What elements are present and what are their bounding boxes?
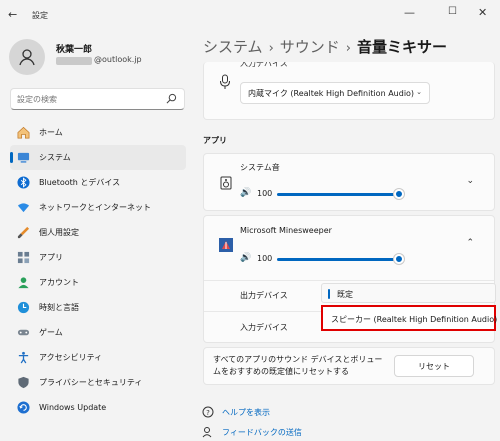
volume-slider-thumb[interactable]	[394, 189, 404, 199]
breadcrumb-separator: ›	[268, 41, 274, 56]
sidebar-item-label: アクセシビリティ	[39, 353, 103, 362]
gaming-icon	[16, 326, 30, 340]
help-icon: ?	[202, 406, 214, 418]
sidebar-nav: ホーム システム Bluetooth とデバイス ネットワークとインターネット …	[10, 120, 186, 420]
search-input[interactable]	[17, 93, 157, 106]
reset-card: すべてのアプリのサウンド デバイスとボリュームをおすすめの既定値にリセットする …	[203, 347, 495, 385]
sidebar-item-label: システム	[39, 153, 71, 162]
sidebar-item-system[interactable]: システム	[10, 145, 186, 170]
help-link[interactable]: ? ヘルプを表示	[202, 406, 270, 418]
sidebar-item-label: アカウント	[39, 278, 79, 287]
apps-section-title: アプリ	[203, 136, 227, 145]
output-device-dropdown-option-speaker[interactable]: スピーカー (Realtek High Definition Audio)	[321, 305, 497, 331]
personalization-icon	[16, 226, 30, 240]
apps-icon	[16, 251, 30, 265]
user-email: @outlook.jp	[94, 55, 142, 64]
maximize-button[interactable]: ☐	[448, 6, 457, 17]
breadcrumb: システム › サウンド › 音量ミキサー	[203, 36, 447, 57]
divider	[204, 280, 494, 281]
chevron-up-icon[interactable]: ⌃	[466, 238, 474, 248]
search-box[interactable]	[10, 88, 185, 110]
input-device-label: 入力デバイス	[240, 62, 288, 67]
time-language-icon	[16, 301, 30, 315]
sidebar-item-label: 時刻と言語	[39, 303, 79, 312]
dropdown-option-label: 既定	[337, 290, 353, 299]
network-icon	[16, 201, 30, 215]
microphone-icon	[220, 74, 230, 89]
title-bar: ← 設定 — ☐ ✕	[0, 0, 500, 30]
volume-slider[interactable]	[277, 193, 399, 196]
sidebar-item-label: Bluetooth とデバイス	[39, 178, 121, 187]
page-title: 音量ミキサー	[356, 38, 447, 56]
sidebar-item-label: Windows Update	[39, 403, 107, 412]
reset-button[interactable]: リセット	[394, 355, 474, 377]
output-device-dropdown-option-default[interactable]: 既定	[321, 283, 496, 303]
sidebar-item-label: 個人用設定	[39, 228, 79, 237]
sidebar-item-apps[interactable]: アプリ	[10, 245, 186, 270]
volume-icon[interactable]: 🔊	[240, 253, 251, 263]
chevron-down-icon[interactable]: ⌄	[466, 176, 474, 186]
sidebar-item-bluetooth[interactable]: Bluetooth とデバイス	[10, 170, 186, 195]
sidebar-item-label: プライバシーとセキュリティ	[39, 378, 143, 387]
search-icon[interactable]	[166, 93, 177, 104]
speaker-device-icon	[220, 176, 232, 190]
home-icon	[16, 126, 30, 140]
output-device-label: 出力デバイス	[240, 291, 288, 300]
accessibility-icon	[16, 351, 30, 365]
close-button[interactable]: ✕	[478, 6, 487, 19]
volume-value: 100	[257, 189, 273, 198]
input-device-card: 入力デバイス 内蔵マイク (Realtek High Definition Au…	[203, 62, 495, 120]
selection-marker	[328, 289, 330, 299]
feedback-link-label[interactable]: フィードバックの送信	[222, 427, 302, 438]
sidebar-item-account[interactable]: アカウント	[10, 270, 186, 295]
sidebar: 秋葉一郎 @outlook.jp ホーム システム Bluetooth とデバイ…	[0, 30, 195, 441]
sidebar-item-privacy[interactable]: プライバシーとセキュリティ	[10, 370, 186, 395]
sidebar-item-label: アプリ	[39, 253, 63, 262]
sidebar-item-network[interactable]: ネットワークとインターネット	[10, 195, 186, 220]
app-card-system-sounds[interactable]: システム音 🔊 100 ⌄	[203, 153, 495, 211]
feedback-link[interactable]: フィードバックの送信	[202, 426, 302, 438]
input-device-value: 内蔵マイク (Realtek High Definition Audio)	[248, 89, 415, 98]
volume-control: 🔊 100	[240, 253, 405, 265]
breadcrumb-sound[interactable]: サウンド	[280, 38, 340, 56]
app-name: システム音	[240, 163, 280, 172]
user-name: 秋葉一郎	[56, 45, 93, 55]
help-link-label[interactable]: ヘルプを表示	[222, 407, 270, 418]
svg-text:?: ?	[206, 409, 210, 417]
bluetooth-icon	[16, 176, 30, 190]
user-email-redacted	[56, 57, 92, 65]
back-button[interactable]: ←	[8, 8, 17, 21]
privacy-shield-icon	[16, 376, 30, 390]
volume-control: 🔊 100	[240, 188, 405, 200]
user-icon	[19, 49, 35, 66]
volume-slider-thumb[interactable]	[394, 254, 404, 264]
input-device-select[interactable]: 内蔵マイク (Realtek High Definition Audio) ⌄	[240, 82, 430, 104]
account-icon	[16, 276, 30, 290]
breadcrumb-system[interactable]: システム	[203, 38, 263, 56]
sidebar-item-label: ネットワークとインターネット	[39, 203, 151, 212]
sidebar-item-personalization[interactable]: 個人用設定	[10, 220, 186, 245]
feedback-icon	[202, 427, 212, 438]
breadcrumb-separator: ›	[345, 41, 351, 56]
sidebar-item-home[interactable]: ホーム	[10, 120, 186, 145]
minimize-button[interactable]: —	[404, 6, 415, 19]
sidebar-item-windows-update[interactable]: Windows Update	[10, 395, 186, 420]
chevron-down-icon: ⌄	[416, 88, 422, 96]
window-title: 設定	[32, 11, 48, 20]
sidebar-item-gaming[interactable]: ゲーム	[10, 320, 186, 345]
volume-icon[interactable]: 🔊	[240, 188, 251, 198]
sidebar-item-accessibility[interactable]: アクセシビリティ	[10, 345, 186, 370]
windows-update-icon	[16, 401, 30, 415]
volume-slider[interactable]	[277, 258, 399, 261]
reset-description: すべてのアプリのサウンド デバイスとボリュームをおすすめの既定値にリセットする	[213, 355, 383, 376]
input-device-label: 入力デバイス	[240, 323, 288, 332]
app-name: Microsoft Minesweeper	[240, 226, 332, 235]
sidebar-item-time-language[interactable]: 時刻と言語	[10, 295, 186, 320]
sidebar-item-label: ゲーム	[39, 328, 63, 337]
system-icon	[16, 151, 30, 165]
volume-value: 100	[257, 254, 273, 263]
minesweeper-app-icon	[219, 238, 233, 252]
avatar[interactable]	[9, 39, 45, 75]
sidebar-item-label: ホーム	[39, 128, 63, 137]
